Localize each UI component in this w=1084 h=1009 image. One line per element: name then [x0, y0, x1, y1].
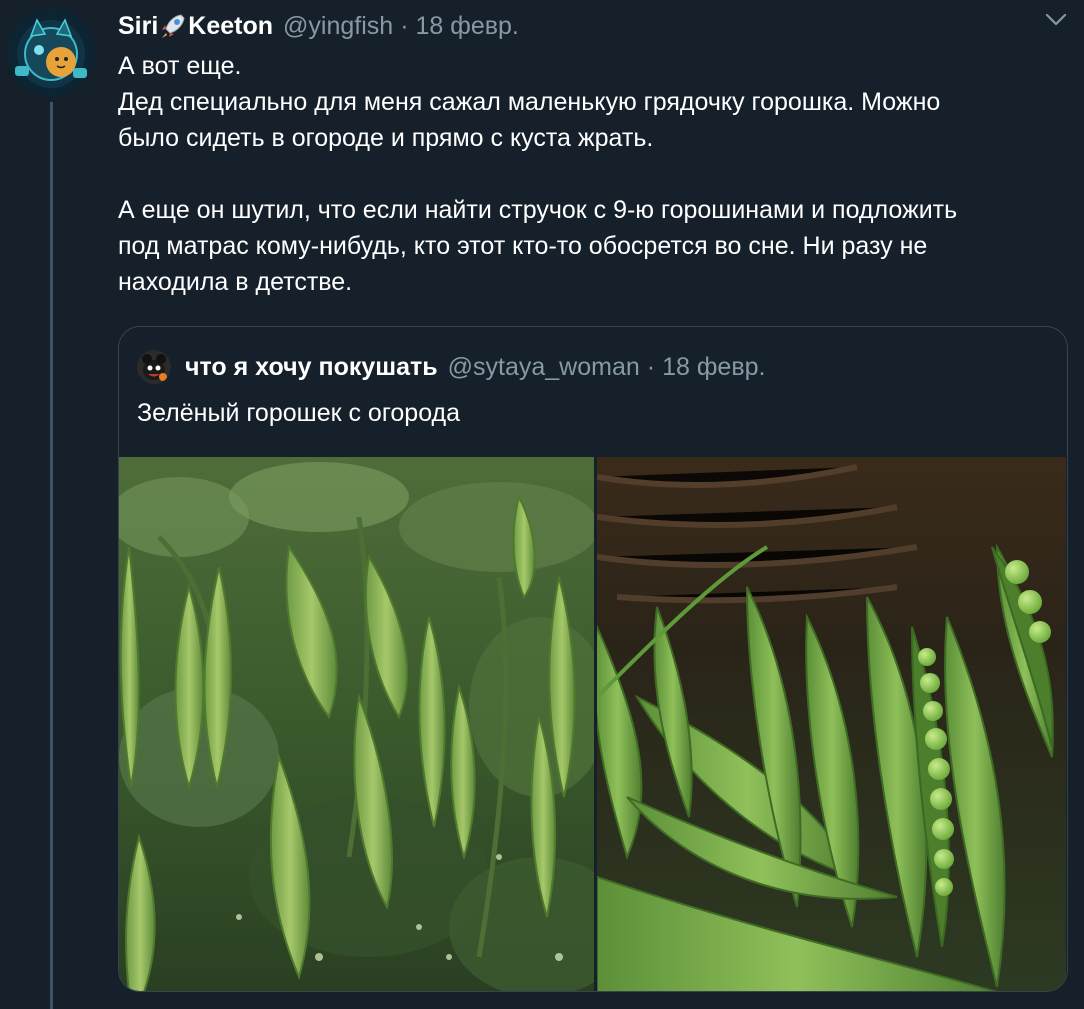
quoted-author-avatar	[137, 350, 171, 384]
tweet[interactable]: Siri Keeton @yingfish · 18 февр. А вот е…	[0, 0, 1084, 1009]
creature-avatar-icon	[137, 350, 171, 384]
tweet-line: А вот еще.	[118, 52, 242, 80]
media-grid	[119, 457, 1066, 991]
author-avatar[interactable]	[7, 8, 95, 96]
author-name-part1: Siri	[118, 11, 159, 40]
separator-dot: ·	[646, 352, 656, 381]
quoted-author-name[interactable]: что я хочу покушать	[185, 353, 438, 382]
tweet-line: под матрас кому-нибудь, кто этот кто-то …	[118, 232, 928, 260]
cat-avatar-icon	[7, 8, 95, 96]
tweet-line: Дед специально для меня сажал маленькую …	[118, 88, 941, 116]
pea-plants-photo[interactable]	[119, 457, 594, 991]
author-handle[interactable]: @yingfish	[283, 12, 393, 41]
more-options-chevron-icon[interactable]	[1043, 10, 1069, 30]
thread-line	[50, 102, 53, 1009]
author-name-part2: Keeton	[188, 11, 274, 40]
separator-dot: ·	[400, 11, 409, 40]
quoted-tweet-header: что я хочу покушать @sytaya_woman · 18 ф…	[137, 347, 765, 387]
quoted-tweet[interactable]: что я хочу покушать @sytaya_woman · 18 ф…	[118, 326, 1068, 992]
author-name[interactable]: Siri Keeton	[118, 12, 273, 41]
tweet-date[interactable]: 18 февр.	[416, 12, 519, 41]
tweet-line: было сидеть в огороде и прямо с куста жр…	[118, 124, 654, 152]
tweet-header: Siri Keeton @yingfish · 18 февр.	[118, 6, 519, 46]
tweet-line: А еще он шутил, что если найти стручок с…	[118, 196, 958, 224]
rocket-icon	[160, 12, 186, 40]
quoted-tweet-text: Зелёный горошек с огорода	[137, 399, 461, 427]
tweet-text: А вот еще. Дед специально для меня сажал…	[118, 48, 1068, 300]
tweet-line: находила в детстве.	[118, 268, 353, 296]
pea-pods-basket-photo[interactable]	[597, 457, 1066, 991]
quoted-tweet-date[interactable]: 18 февр.	[662, 353, 765, 382]
quoted-author-handle[interactable]: @sytaya_woman	[448, 353, 640, 382]
